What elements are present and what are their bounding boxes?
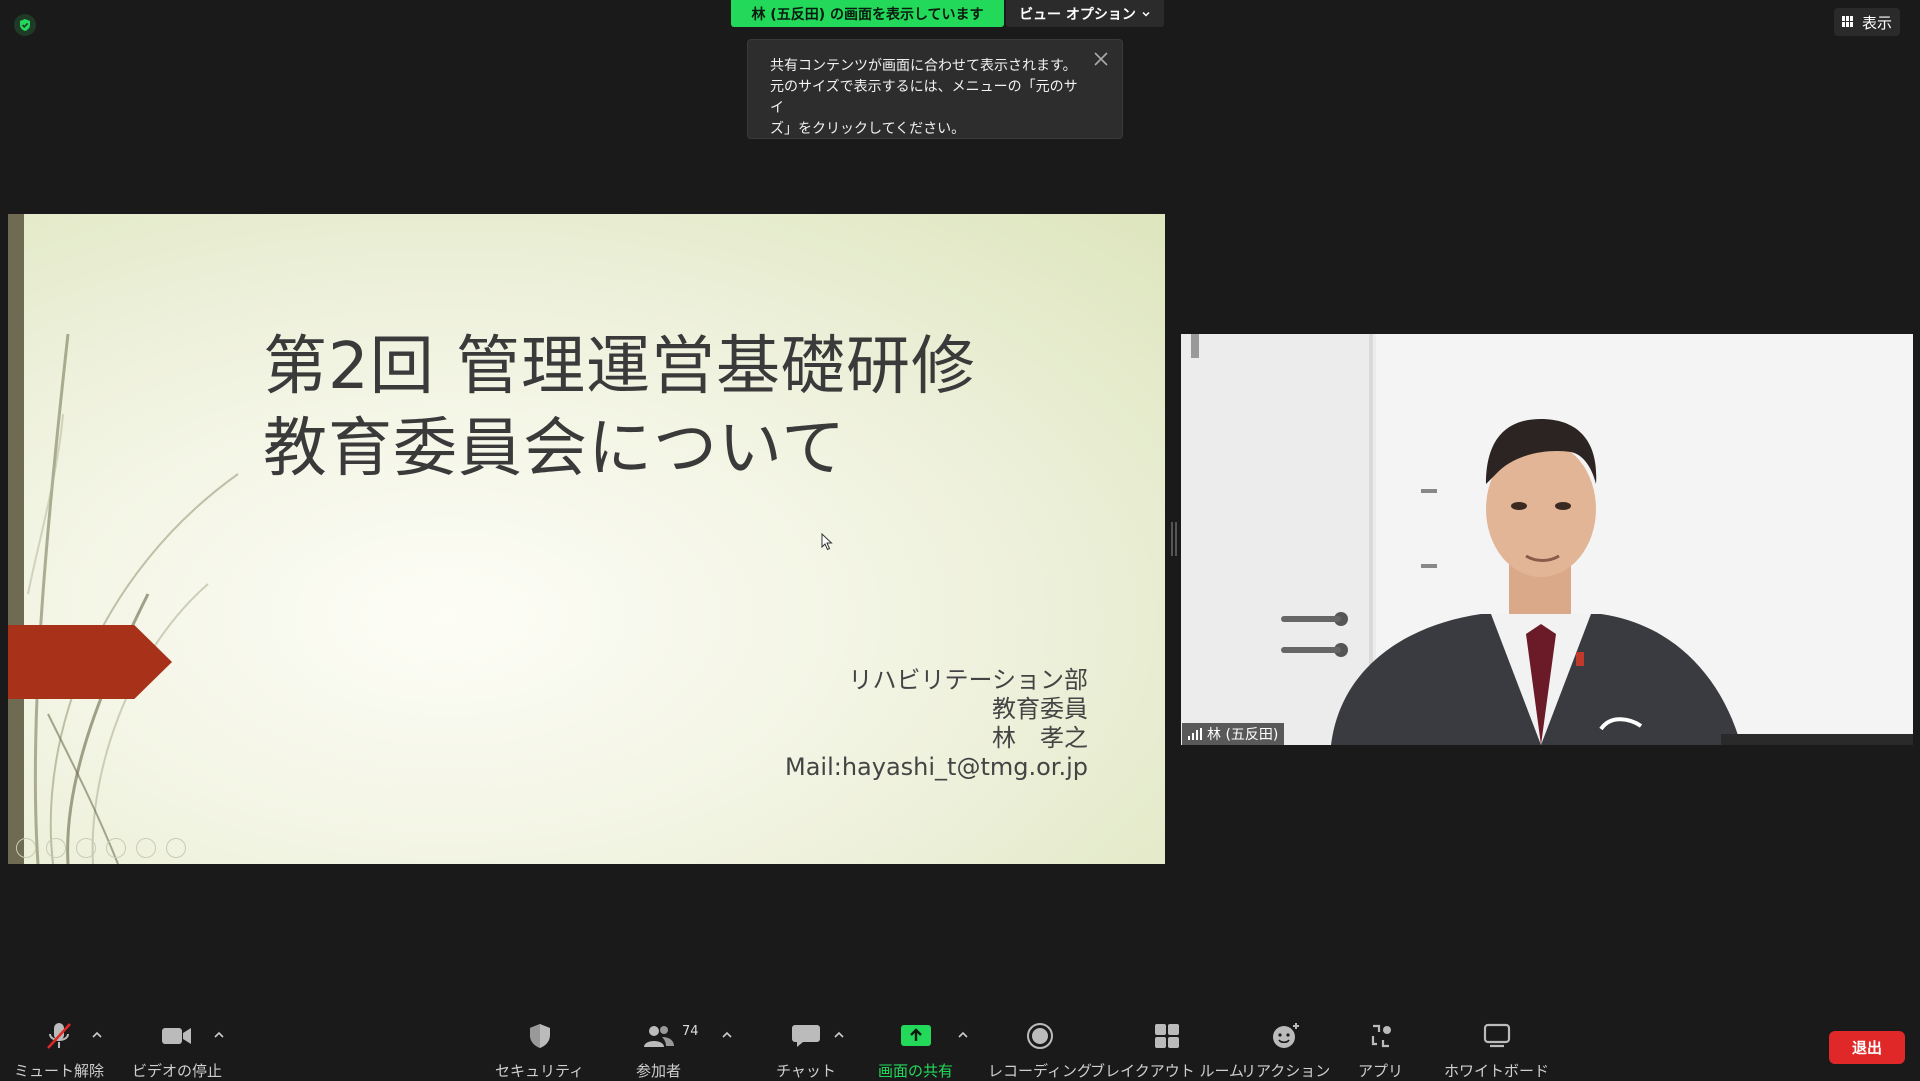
participant-video-image [1181,334,1913,745]
slide-title-line-1: 第2回 管理運営基礎研修 [263,330,977,404]
share-options-caret-icon[interactable] [956,1028,970,1042]
tooltip-line-1: 共有コンテンツが画面に合わせて表示されます。 [770,58,1077,74]
reactions-label: リアクション [1241,1062,1331,1080]
mouse-cursor-icon [821,533,833,551]
breakout-rooms-button[interactable]: ブレイクアウト ルーム [1090,1016,1244,1081]
audio-options-caret-icon[interactable] [90,1028,104,1042]
next-slide-icon[interactable] [46,838,66,858]
chevron-down-icon [1142,11,1150,17]
slide-grass-decoration [27,333,239,864]
stop-video-button[interactable]: ビデオの停止 [132,1016,222,1081]
recording-button[interactable]: レコーディング [988,1016,1092,1081]
panel-resize-handle[interactable] [1171,522,1177,556]
participants-button[interactable]: 参加者 [636,1016,681,1081]
microphone-muted-icon [47,1023,71,1049]
previous-slide-icon[interactable] [16,838,36,858]
apps-button[interactable]: アプリ [1358,1016,1403,1081]
signal-strength-icon [1188,728,1202,740]
unmute-label: ミュート解除 [14,1062,105,1080]
chat-label: チャット [776,1062,836,1080]
participants-icon [643,1026,674,1047]
chat-button[interactable]: チャット [776,1016,836,1081]
whiteboard-label: ホワイトボード [1444,1062,1550,1080]
slide-presenter-info: リハビリテーション部 教育委員 林 孝之 Mail:hayashi_t@tmg.… [785,666,1088,782]
unmute-button[interactable]: ミュート解除 [14,1016,104,1081]
close-icon[interactable] [1092,50,1110,68]
leave-meeting-button[interactable]: 退出 [1829,1031,1905,1064]
slide-title: 第2回 管理運営基礎研修 教育委員会について [263,326,976,490]
slide-title-line-2: 教育委員会について [263,412,847,486]
whiteboard-icon [1483,1023,1510,1048]
slide-department: リハビリテーション部 [848,666,1088,694]
tooltip-line-2: 元のサイズで表示するには、メニューの「元のサイ [770,79,1078,116]
screen-share-banner: 林 (五反田) の画面を表示しています [731,0,1004,27]
whiteboard-button[interactable]: ホワイトボード [1444,1016,1549,1081]
participants-options-caret-icon[interactable] [720,1028,734,1042]
tooltip-line-3: ズ」をクリックしてください。 [770,121,966,137]
video-options-caret-icon[interactable] [212,1028,226,1042]
grid-icon [1841,16,1853,27]
share-screen-label: 画面の共有 [878,1062,954,1080]
slide-playback-controls [16,838,186,858]
record-icon [1026,1023,1053,1049]
breakout-rooms-icon [1155,1024,1180,1048]
view-layout-label: 表示 [1861,13,1892,32]
participants-label: 参加者 [636,1062,682,1080]
participant-name-label: 林 (五反田) [1182,723,1285,745]
security-label: セキュリティ [495,1062,585,1080]
security-shield-icon [529,1024,550,1048]
participants-count: 74 [682,1024,699,1039]
shared-screen-slide: 第2回 管理運営基礎研修 教育委員会について リハビリテーション部 教育委員 林… [8,214,1165,864]
recording-label: レコーディング [988,1062,1092,1080]
reactions-button[interactable]: リアクション [1241,1016,1330,1081]
video-camera-icon [162,1028,191,1044]
participant-name: 林 (五反田) [1207,727,1279,743]
security-shield-icon[interactable] [14,14,36,36]
slide-email: Mail:hayashi_t@tmg.or.jp [785,753,1088,781]
meeting-toolbar: ミュート解除 ビデオの停止 セキュリティ 参加者 74 チャット 画面の共有 レ… [0,1010,1920,1080]
slide-left-bar [8,214,24,864]
chat-options-caret-icon[interactable] [832,1028,846,1042]
fit-to-window-tooltip: 共有コンテンツが画面に合わせて表示されます。 元のサイズで表示するには、メニュー… [747,39,1123,139]
participant-video[interactable] [1181,334,1913,745]
breakout-rooms-label: ブレイクアウト ルーム [1090,1062,1245,1080]
slides-grid-icon[interactable] [106,838,126,858]
view-options-button[interactable]: ビュー オプション [1006,0,1164,27]
slide-presenter-name: 林 孝之 [992,724,1088,752]
security-button[interactable]: セキュリティ [495,1016,584,1081]
reaction-emoji-icon [1272,1023,1299,1048]
zoom-icon[interactable] [136,838,156,858]
chat-bubble-icon [791,1025,820,1047]
pen-icon[interactable] [76,838,96,858]
apps-label: アプリ [1358,1062,1404,1080]
more-icon[interactable] [166,838,186,858]
view-layout-button[interactable]: 表示 [1833,8,1900,36]
share-screen-icon [900,1025,931,1046]
slide-role: 教育委員 [992,695,1088,723]
apps-icon [1371,1024,1391,1048]
share-screen-button[interactable]: 画面の共有 [878,1016,953,1081]
stop-video-label: ビデオの停止 [132,1062,223,1080]
view-options-label: ビュー オプション [1019,6,1136,23]
